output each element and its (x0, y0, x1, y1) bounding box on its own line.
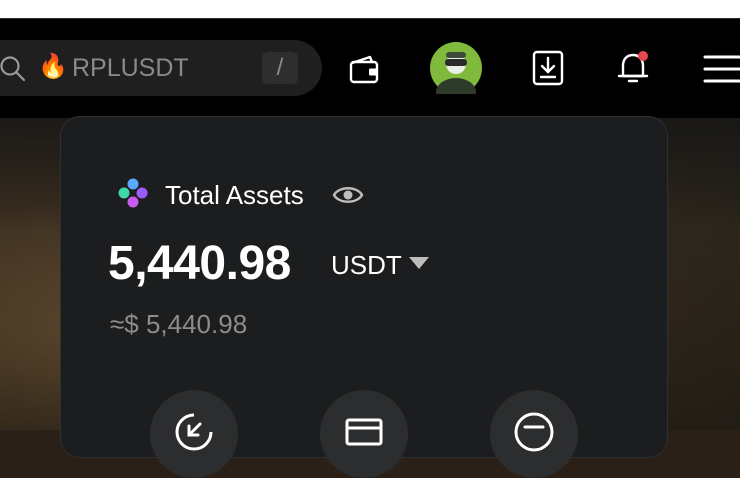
search-shortcut-key: / (262, 52, 298, 84)
transfer-button[interactable] (490, 390, 578, 478)
withdraw-button[interactable] (320, 390, 408, 478)
notification-dot (638, 51, 648, 61)
assets-logo-icon (118, 178, 148, 208)
wallet-icon[interactable] (348, 53, 380, 85)
fire-icon: 🔥 (38, 53, 68, 80)
search-bar[interactable]: 🔥 RPLUSDT / (0, 40, 322, 96)
deposit-icon (175, 413, 213, 451)
withdraw-icon (345, 418, 383, 446)
download-icon[interactable] (532, 50, 564, 86)
transfer-icon (514, 412, 554, 452)
fiat-equivalent: ≈$ 5,440.98 (110, 309, 248, 339)
avatar[interactable] (430, 42, 482, 94)
deposit-button[interactable] (150, 390, 238, 478)
top-strip (0, 0, 740, 18)
total-assets-label: Total Assets (165, 180, 304, 210)
search-icon (0, 56, 26, 82)
menu-icon[interactable] (703, 54, 740, 84)
search-trending-text: RPLUSDT (72, 54, 189, 82)
currency-selector[interactable]: USDT (331, 250, 402, 280)
chevron-down-icon[interactable] (409, 257, 429, 269)
eye-icon[interactable] (332, 182, 364, 208)
bell-icon[interactable] (614, 48, 654, 88)
total-assets-amount: 5,440.98 (108, 237, 291, 290)
